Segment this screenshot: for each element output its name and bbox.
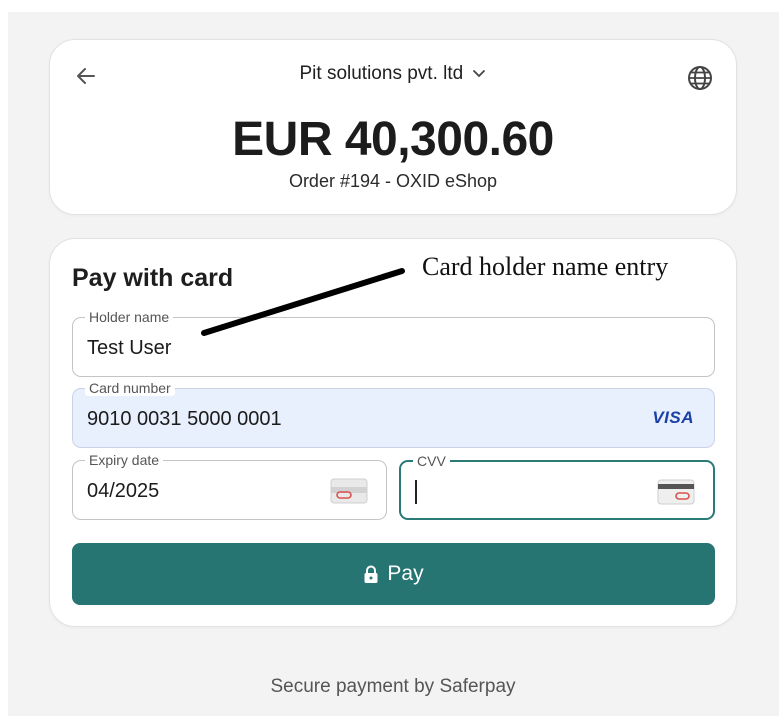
cvv-field[interactable]: CVV xyxy=(399,453,715,520)
pay-button[interactable]: Pay xyxy=(72,543,715,605)
expiry-date-value: 04/2025 xyxy=(87,480,160,502)
pay-button-label: Pay xyxy=(387,562,424,585)
card-number-label: Card number xyxy=(85,380,175,396)
pay-with-card-title: Pay with card xyxy=(72,264,234,292)
order-summary-card: Pit solutions pvt. ltd EUR 40,300.60 Ord… xyxy=(49,39,737,215)
globe-icon[interactable] xyxy=(686,64,714,92)
holder-name-label: Holder name xyxy=(85,309,174,325)
text-cursor xyxy=(415,480,417,504)
holder-name-value: Test User xyxy=(87,337,172,359)
chevron-down-icon xyxy=(473,70,486,78)
card-front-icon xyxy=(330,478,368,504)
order-amount: EUR 40,300.60 xyxy=(232,113,554,166)
expiry-date-field[interactable]: Expiry date 04/2025 xyxy=(72,452,387,520)
card-number-value: 9010 0031 5000 0001 xyxy=(87,408,282,430)
holder-name-field[interactable]: Holder name Test User xyxy=(72,309,715,377)
card-number-field[interactable]: Card number 9010 0031 5000 0001 VISA xyxy=(72,380,715,448)
expiry-date-label: Expiry date xyxy=(85,452,164,468)
merchant-selector[interactable]: Pit solutions pvt. ltd xyxy=(50,63,736,85)
lock-icon xyxy=(364,565,378,583)
visa-logo: VISA xyxy=(652,408,694,427)
secure-payment-footer: Secure payment by Saferpay xyxy=(270,676,516,697)
payment-form-card: Pay with card Holder name Test User Card… xyxy=(49,238,737,627)
annotation-text: Card holder name entry xyxy=(422,252,669,281)
card-back-icon xyxy=(657,479,695,505)
merchant-name: Pit solutions pvt. ltd xyxy=(299,63,464,84)
cvv-label: CVV xyxy=(413,453,450,469)
order-label: Order #194 - OXID eShop xyxy=(288,171,498,191)
